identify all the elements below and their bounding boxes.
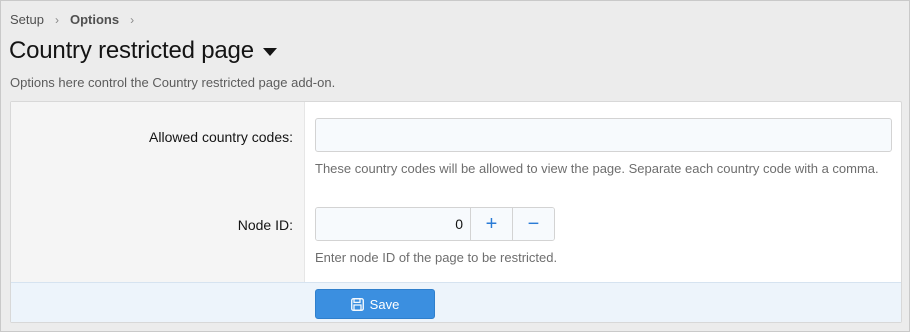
node-id-stepper: + − [315,207,555,241]
breadcrumb-separator: › [130,12,135,27]
breadcrumb-item-options[interactable]: Options [70,12,119,27]
decrement-button[interactable]: − [512,208,554,240]
breadcrumb-item-setup[interactable]: Setup [10,12,44,27]
increment-button[interactable]: + [470,208,512,240]
node-id-label: Node ID: [237,217,293,233]
options-panel: Allowed country codes: These country cod… [10,101,902,323]
node-id-input[interactable] [316,208,470,240]
caret-down-icon[interactable] [262,48,277,56]
save-button[interactable]: Save [315,289,435,319]
page-description: Options here control the Country restric… [10,75,336,90]
title-row: Country restricted page [9,37,277,65]
node-id-hint: Enter node ID of the page to be restrict… [315,250,558,265]
country-codes-hint: These country codes will be allowed to v… [315,161,879,176]
page-frame: Setup › Options › Country restricted pag… [0,0,910,332]
form-footer: Save [11,282,901,322]
page-title: Country restricted page [9,37,254,64]
save-icon [350,297,364,311]
plus-icon: + [485,212,498,235]
save-button-label: Save [369,296,400,312]
breadcrumb-separator: › [54,12,59,27]
country-codes-label: Allowed country codes: [149,129,293,145]
minus-icon: − [527,212,540,235]
country-codes-input[interactable] [315,118,892,152]
breadcrumb: Setup › Options › [10,12,145,27]
